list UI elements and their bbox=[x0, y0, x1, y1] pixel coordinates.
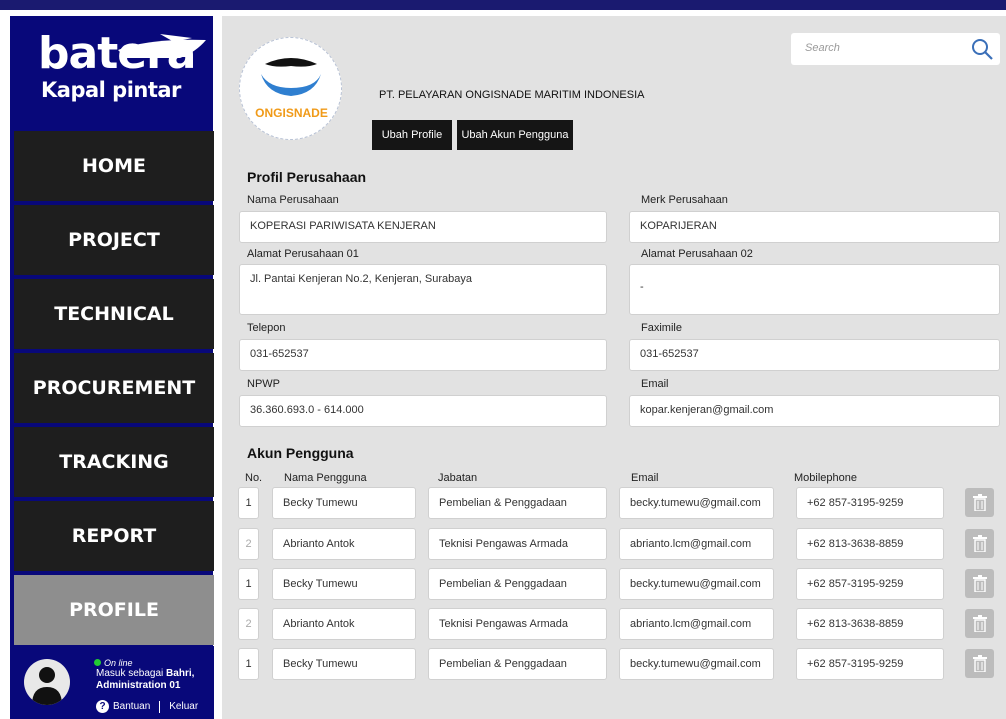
nav-home[interactable]: HOME bbox=[14, 131, 214, 201]
company-full-name: PT. PELAYARAN ONGISNADE MARITIM INDONESI… bbox=[379, 89, 645, 101]
row-position[interactable]: Pembelian & Penggadaan bbox=[428, 568, 607, 600]
row-position[interactable]: Teknisi Pengawas Armada bbox=[428, 608, 607, 640]
phone-label: Telepon bbox=[247, 322, 286, 334]
company-brand-field[interactable]: KOPARIJERAN bbox=[629, 211, 1000, 243]
row-email[interactable]: becky.tumewu@gmail.com bbox=[619, 648, 774, 680]
nav-tracking[interactable]: TRACKING bbox=[14, 427, 214, 497]
main-content: Search ONGISNADE PT. PELAYARAN ONGISNADE… bbox=[222, 16, 1006, 719]
nav-report[interactable]: REPORT bbox=[14, 501, 214, 571]
row-mobile[interactable]: +62 857-3195-9259 bbox=[796, 568, 944, 600]
phone-field[interactable]: 031-652537 bbox=[239, 339, 607, 371]
trash-icon bbox=[972, 494, 987, 511]
address1-field[interactable]: Jl. Pantai Kenjeran No.2, Kenjeran, Sura… bbox=[239, 264, 607, 315]
sidebar: batera Kapal pintar HOME PROJECT TECHNIC… bbox=[10, 16, 214, 719]
help-icon[interactable]: ? bbox=[96, 700, 109, 713]
user-panel: On line Masuk sebagai Bahri, Administrat… bbox=[14, 646, 214, 719]
nav-procurement[interactable]: PROCUREMENT bbox=[14, 353, 214, 423]
delete-row-button[interactable] bbox=[965, 649, 994, 678]
trash-icon bbox=[972, 575, 987, 592]
row-name[interactable]: Abrianto Antok bbox=[272, 608, 416, 640]
search-input[interactable]: Search bbox=[805, 42, 840, 54]
divider bbox=[159, 700, 161, 713]
row-email[interactable]: abrianto.lcm@gmail.com bbox=[619, 608, 774, 640]
search-box[interactable]: Search bbox=[791, 33, 1000, 65]
search-icon[interactable] bbox=[970, 37, 994, 61]
address1-label: Alamat Perusahaan 01 bbox=[247, 248, 359, 260]
user-name: Bahri, bbox=[166, 668, 195, 679]
row-name[interactable]: Becky Tumewu bbox=[272, 487, 416, 519]
delete-row-button[interactable] bbox=[965, 488, 994, 517]
top-bar bbox=[0, 0, 1006, 10]
user-avatar-icon[interactable] bbox=[24, 659, 70, 705]
trash-icon bbox=[972, 615, 987, 632]
address2-label: Alamat Perusahaan 02 bbox=[641, 248, 753, 260]
email-label: Email bbox=[641, 378, 669, 390]
row-name[interactable]: Becky Tumewu bbox=[272, 648, 416, 680]
delete-row-button[interactable] bbox=[965, 609, 994, 638]
row-position[interactable]: Teknisi Pengawas Armada bbox=[428, 528, 607, 560]
trash-icon bbox=[972, 655, 987, 672]
row-mobile[interactable]: +62 813-3638-8859 bbox=[796, 608, 944, 640]
online-dot-icon bbox=[94, 659, 101, 666]
profile-section-title: Profil Perusahaan bbox=[247, 169, 367, 185]
logged-as: Masuk sebagai Bahri, bbox=[96, 668, 194, 679]
nav-technical[interactable]: TECHNICAL bbox=[14, 279, 214, 349]
logged-as-prefix: Masuk sebagai bbox=[96, 668, 164, 679]
delete-row-button[interactable] bbox=[965, 529, 994, 558]
company-name-label: Nama Perusahaan bbox=[247, 194, 339, 206]
row-email[interactable]: becky.tumewu@gmail.com bbox=[619, 568, 774, 600]
brand-name: batera bbox=[38, 28, 196, 79]
company-name-field[interactable]: KOPERASI PARIWISATA KENJERAN bbox=[239, 211, 607, 243]
fax-field[interactable]: 031-652537 bbox=[629, 339, 1000, 371]
row-no: 1 bbox=[238, 568, 259, 600]
help-link[interactable]: Bantuan bbox=[113, 701, 150, 712]
accounts-section-title: Akun Pengguna bbox=[247, 445, 354, 461]
npwp-field[interactable]: 36.360.693.0 - 614.000 bbox=[239, 395, 607, 427]
row-email[interactable]: abrianto.lcm@gmail.com bbox=[619, 528, 774, 560]
row-mobile[interactable]: +62 857-3195-9259 bbox=[796, 648, 944, 680]
row-position[interactable]: Pembelian & Penggadaan bbox=[428, 487, 607, 519]
company-logo[interactable]: ONGISNADE bbox=[239, 37, 342, 140]
fax-label: Faximile bbox=[641, 322, 682, 334]
brand-tagline: Kapal pintar bbox=[41, 78, 181, 102]
email-field[interactable]: kopar.kenjeran@gmail.com bbox=[629, 395, 1000, 427]
address2-field[interactable]: - bbox=[629, 264, 1000, 315]
row-no: 1 bbox=[238, 648, 259, 680]
online-status-label: On line bbox=[104, 658, 133, 668]
col-no-header: No. bbox=[245, 472, 263, 484]
npwp-label: NPWP bbox=[247, 378, 280, 390]
row-email[interactable]: becky.tumewu@gmail.com bbox=[619, 487, 774, 519]
logout-link[interactable]: Keluar bbox=[169, 701, 198, 712]
row-mobile[interactable]: +62 857-3195-9259 bbox=[796, 487, 944, 519]
delete-row-button[interactable] bbox=[965, 569, 994, 598]
col-mobile-header: Mobilephone bbox=[794, 472, 857, 484]
edit-accounts-button[interactable]: Ubah Akun Pengguna bbox=[457, 120, 573, 150]
nav-project[interactable]: PROJECT bbox=[14, 205, 214, 275]
user-role: Administration 01 bbox=[96, 680, 181, 691]
row-name[interactable]: Becky Tumewu bbox=[272, 568, 416, 600]
online-status: On line bbox=[94, 658, 133, 668]
brand-logo[interactable]: batera Kapal pintar bbox=[10, 16, 213, 130]
company-logo-text: ONGISNADE bbox=[255, 106, 328, 120]
row-mobile[interactable]: +62 813-3638-8859 bbox=[796, 528, 944, 560]
row-no: 2 bbox=[238, 528, 259, 560]
col-email-header: Email bbox=[631, 472, 659, 484]
company-logo-icon bbox=[261, 58, 321, 96]
col-position-header: Jabatan bbox=[438, 472, 478, 484]
trash-icon bbox=[972, 535, 987, 552]
col-name-header: Nama Pengguna bbox=[284, 472, 367, 484]
nav-profile[interactable]: PROFILE bbox=[14, 575, 214, 645]
edit-profile-button[interactable]: Ubah Profile bbox=[372, 120, 452, 150]
help-row: ? Bantuan Keluar bbox=[96, 700, 198, 713]
row-position[interactable]: Pembelian & Penggadaan bbox=[428, 648, 607, 680]
company-brand-label: Merk Perusahaan bbox=[641, 194, 728, 206]
row-no: 1 bbox=[238, 487, 259, 519]
row-no: 2 bbox=[238, 608, 259, 640]
row-name[interactable]: Abrianto Antok bbox=[272, 528, 416, 560]
